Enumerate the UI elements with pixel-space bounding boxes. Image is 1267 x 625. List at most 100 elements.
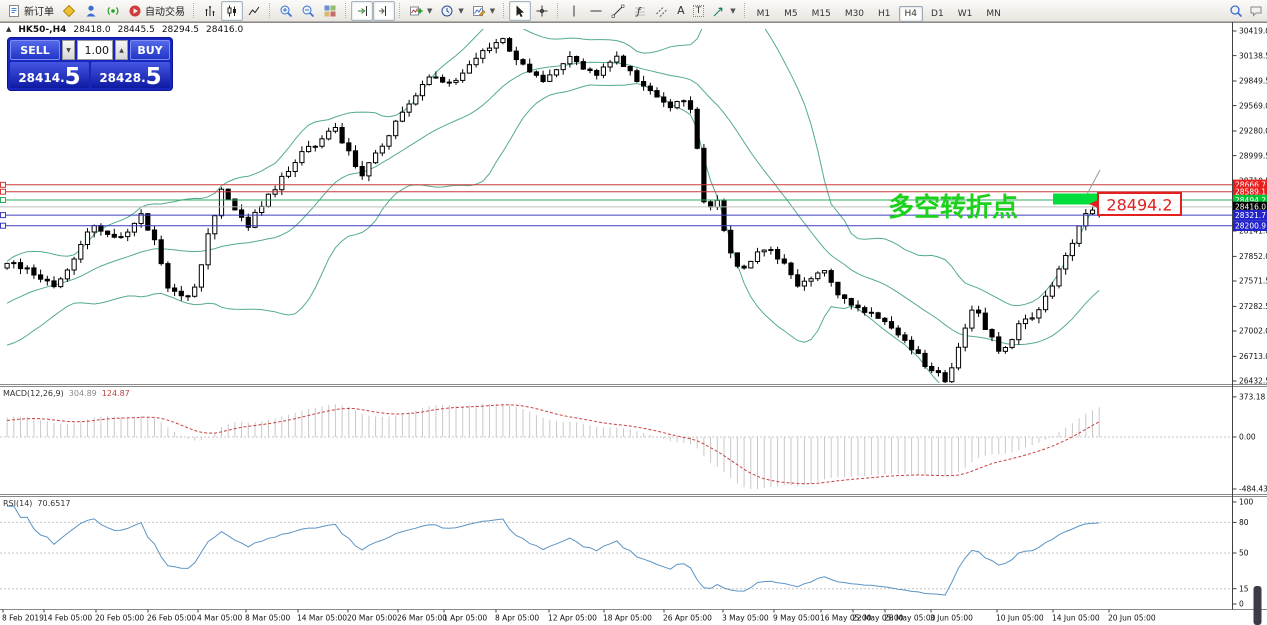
indicators-dropdown[interactable]: ▼ (405, 1, 436, 21)
svg-text:10 Jun 05:00: 10 Jun 05:00 (996, 614, 1044, 623)
svg-text:8 Mar 05:00: 8 Mar 05:00 (245, 614, 291, 623)
macd-histogram (7, 403, 1099, 489)
price-box-label: 28494.2 (1106, 196, 1172, 215)
trendline-tool[interactable] (607, 1, 629, 21)
rsi-label: RSI(14) 70.6517 (3, 499, 71, 508)
buy-button[interactable]: BUY (130, 40, 170, 60)
channel-tool[interactable] (651, 1, 673, 21)
toolbar-right-group (1229, 0, 1263, 22)
toolbar-separator (399, 3, 401, 18)
autotrading-button[interactable]: 自动交易 (124, 1, 189, 21)
svg-text:0.00: 0.00 (1239, 433, 1256, 442)
new-order-button[interactable]: 新订单 (3, 1, 58, 21)
autotrading-label: 自动交易 (145, 3, 185, 18)
dropdown-caret: ▼ (458, 7, 463, 15)
market-watch-button[interactable] (58, 1, 80, 21)
tile-windows-button[interactable] (319, 1, 341, 21)
zoom-out-icon (301, 4, 315, 18)
text-tool[interactable]: A (673, 1, 689, 21)
sell-button[interactable]: SELL (10, 40, 60, 60)
timeframe-button-M5[interactable]: M5 (778, 6, 804, 22)
zoom-out-button[interactable] (297, 1, 319, 21)
timeframe-button-MN[interactable]: MN (980, 6, 1007, 22)
dropdown-caret: ▼ (490, 7, 495, 15)
timeframe-button-M15[interactable]: M15 (806, 6, 837, 22)
navigator-icon (84, 4, 98, 18)
templates-dropdown[interactable]: ▼ (468, 1, 499, 21)
vertical-line-tool[interactable] (563, 1, 585, 21)
svg-text:18 Apr 05:00: 18 Apr 05:00 (603, 614, 652, 623)
navigator-button[interactable] (80, 1, 102, 21)
line-handle[interactable] (1, 213, 6, 218)
svg-text:1 Apr 05:00: 1 Apr 05:00 (443, 614, 487, 623)
vertical-line-icon (567, 4, 581, 18)
signals-button[interactable] (102, 1, 124, 21)
line-handle[interactable] (1, 223, 6, 228)
svg-text:3 Jun 05:00: 3 Jun 05:00 (930, 614, 973, 623)
svg-text:26 Mar 05:00: 26 Mar 05:00 (397, 614, 447, 623)
svg-text:80: 80 (1239, 518, 1249, 527)
svg-text:27282.5: 27282.5 (1239, 302, 1267, 311)
horizontal-line-tool[interactable] (585, 1, 607, 21)
auto-scroll-icon (355, 4, 369, 18)
timeframe-button-M30[interactable]: M30 (839, 6, 870, 22)
bar-high: 28445.5 (118, 25, 155, 35)
sell-price[interactable]: 28414. 5 (10, 62, 89, 88)
svg-text:26 Feb 05:00: 26 Feb 05:00 (147, 614, 196, 623)
tile-windows-icon (323, 4, 337, 18)
zoom-in-button[interactable] (275, 1, 297, 21)
templates-icon (472, 4, 486, 18)
dropdown-caret: ▼ (427, 7, 432, 15)
line-handle[interactable] (1, 189, 6, 194)
fibonacci-tool[interactable]: ƒ (629, 1, 651, 21)
cursor-button[interactable] (509, 1, 531, 21)
zoom-in-icon (279, 4, 293, 18)
autotrading-icon (128, 4, 142, 18)
toolbar: 新订单 自动交易 ▼ ▼ (0, 0, 1267, 22)
line-handle[interactable] (1, 182, 6, 187)
line-handle[interactable] (1, 198, 6, 203)
buy-price[interactable]: 28428. 5 (91, 62, 170, 88)
chart-shift-button[interactable] (373, 1, 395, 21)
svg-text:29280.0: 29280.0 (1239, 127, 1267, 136)
collapse-icon[interactable]: ▲ (6, 25, 11, 35)
buy-price-main: 28428. (99, 72, 145, 84)
line-chart-button[interactable] (243, 1, 265, 21)
scrollbar-thumb[interactable] (1254, 586, 1262, 625)
chat-icon[interactable] (1249, 4, 1263, 18)
timeframe-button-M1[interactable]: M1 (751, 6, 777, 22)
volume-up-button[interactable]: ▲ (115, 40, 128, 60)
svg-text:28321.7: 28321.7 (1235, 211, 1266, 220)
timeframe-button-W1[interactable]: W1 (952, 6, 979, 22)
candlestick-icon (225, 4, 239, 18)
fibonacci-icon: ƒ (633, 4, 647, 18)
volume-down-button[interactable]: ▼ (62, 40, 75, 60)
search-icon[interactable] (1229, 4, 1243, 18)
periods-dropdown[interactable]: ▼ (436, 1, 467, 21)
dropdown-caret: ▼ (730, 7, 735, 15)
volume-input[interactable]: 1.00 (77, 40, 113, 60)
panel-borders (0, 22, 1267, 610)
bar-chart-button[interactable] (199, 1, 221, 21)
bar-open: 28418.0 (73, 25, 110, 35)
buy-price-big: 5 (146, 68, 162, 87)
text-label-tool[interactable]: T (689, 1, 709, 21)
crosshair-button[interactable] (531, 1, 553, 21)
timeframe-button-H4[interactable]: H4 (899, 6, 924, 22)
shapes-dropdown[interactable]: ▼ (708, 1, 739, 21)
candlestick-chart-button[interactable] (221, 1, 243, 21)
chart-shift-icon (377, 4, 391, 18)
svg-text:28999.5: 28999.5 (1239, 151, 1267, 160)
svg-text:-484.43: -484.43 (1239, 485, 1267, 494)
svg-text:27852.0: 27852.0 (1239, 252, 1267, 261)
auto-scroll-button[interactable] (351, 1, 373, 21)
timeframe-button-D1[interactable]: D1 (925, 6, 950, 22)
svg-text:30138.5: 30138.5 (1239, 51, 1267, 60)
channel-icon (655, 4, 669, 18)
timeframe-button-H1[interactable]: H1 (872, 6, 897, 22)
text-label-icon: T (693, 5, 705, 17)
bar-low: 28294.5 (162, 25, 199, 35)
toolbar-separator (557, 3, 559, 18)
svg-text:26432.5: 26432.5 (1239, 377, 1267, 386)
horizontal-price-lines (0, 182, 1232, 228)
